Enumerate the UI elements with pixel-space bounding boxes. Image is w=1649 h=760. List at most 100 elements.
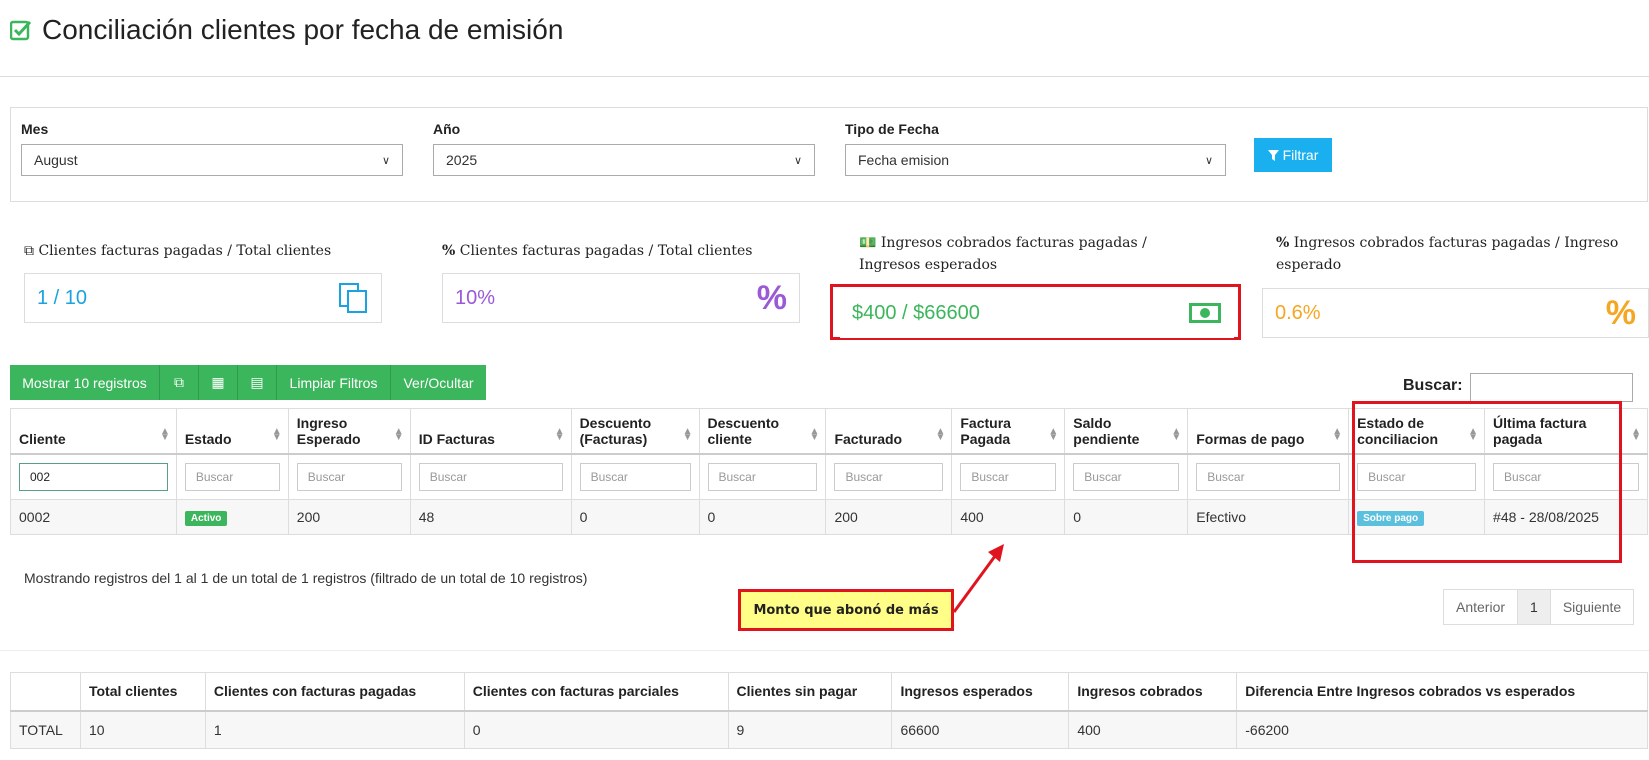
sort-icon: ▲ ▼ [935,426,946,443]
totals-header: Diferencia Entre Ingresos cobrados vs es… [1236,672,1648,712]
column-search-input[interactable]: Buscar [296,463,402,491]
column-header-label: Descuento cliente [707,415,780,447]
filtrar-button[interactable]: Filtrar [1254,138,1332,172]
totals-header: Clientes con facturas parciales [463,672,729,712]
mes-select[interactable]: August ∨ [21,144,403,176]
totals-header: Ingresos cobrados [1068,672,1238,712]
totals-table: Total clientes Clientes con facturas pag… [10,672,1648,749]
cell-ingreso-esperado: 200 [287,499,411,535]
column-header[interactable]: Cliente ▲ ▼ [10,408,177,455]
totals-header [10,672,81,712]
stat-percent-income-title-text: Ingresos cobrados facturas pagadas / Ing… [1276,235,1619,273]
sort-icon: ▲ ▼ [159,426,170,443]
column-search-input[interactable]: Buscar [1073,463,1180,491]
percent-icon: % [1276,235,1290,251]
pagination: Anterior 1 Siguiente [1443,589,1635,625]
stat-clients-value: 1 / 10 [37,286,88,309]
copy-icon: ⧉ [174,374,184,390]
percent-icon: % [1605,293,1636,332]
anio-select[interactable]: 2025 ∨ [433,144,815,176]
pagination-page[interactable]: 1 [1518,590,1551,624]
totals-cell: 0 [463,710,729,749]
sort-icon: ▲ ▼ [682,426,693,443]
status-badge: Activo [184,511,228,526]
chevron-down-icon: ∨ [793,154,802,167]
pagination-next[interactable]: Siguiente [1551,590,1633,624]
show-records-button[interactable]: Mostrar 10 registros [10,365,160,400]
column-header-label: Ingreso Esperado [296,415,361,447]
column-search-input[interactable]: Buscar [960,463,1057,491]
column-header[interactable]: ID Facturas ▲ ▼ [409,408,572,455]
pagination-prev[interactable]: Anterior [1444,590,1519,624]
column-header-label: Saldo pendiente [1073,415,1140,447]
sort-icon: ▲ ▼ [809,426,820,443]
column-search-input[interactable]: Buscar [579,463,691,491]
divider [0,650,1649,651]
column-header-label: Cliente [19,431,66,447]
filtrar-label: Filtrar [1282,147,1319,163]
csv-button[interactable]: ▤ [238,365,277,400]
cell-estado: Activo [175,499,289,535]
money-icon: 💵 [859,235,877,251]
excel-button[interactable]: ▦ [199,365,238,400]
copy-button[interactable]: ⧉ [160,365,199,400]
cell-descuento-facturas: 0 [570,499,700,535]
chevron-down-icon: ∨ [381,154,390,167]
cell-formas-pago: Efectivo [1187,499,1350,535]
column-search-input[interactable]: Buscar [418,463,563,491]
annotation-highlight-columns [1352,401,1622,563]
percent-icon: % [756,278,787,317]
column-header-label: Descuento (Facturas) [579,415,652,447]
mes-select-value: August [34,152,78,168]
stat-percent-clients-box: 10% % [442,273,800,323]
excel-icon: ▦ [211,374,225,390]
toggle-columns-button[interactable]: Ver/Ocultar [391,365,486,400]
column-header[interactable]: Estado ▲ ▼ [175,408,289,455]
totals-cell: -66200 [1236,710,1648,749]
column-header[interactable]: Factura Pagada ▲ ▼ [951,408,1066,455]
stat-income-title-text: Ingresos cobrados facturas pagadas / Ing… [859,235,1147,273]
sort-icon: ▲ ▼ [393,426,404,443]
sort-icon: ▲ ▼ [1048,426,1059,443]
column-search-input[interactable]: Buscar [707,463,818,491]
divider [0,76,1649,77]
totals-cell: 9 [727,710,893,749]
clear-filters-button[interactable]: Limpiar Filtros [277,365,391,400]
column-header-label: ID Facturas [418,431,495,447]
mes-label: Mes [21,121,49,137]
cell-saldo-pendiente: 0 [1064,499,1189,535]
cell-cliente: 0002 [10,499,177,535]
stat-percent-clients-value: 10% [455,286,496,309]
stat-clients-box: 1 / 10 [24,273,382,323]
column-header[interactable]: Facturado ▲ ▼ [825,408,953,455]
totals-header: Clientes sin pagar [727,672,893,712]
column-header[interactable]: Descuento (Facturas) ▲ ▼ [570,408,700,455]
stat-clients-title: ⧉ Clientes facturas pagadas / Total clie… [24,240,404,262]
column-search-input[interactable]: Buscar [834,463,944,491]
filter-icon [1267,149,1279,161]
stat-percent-income-title: % Ingresos cobrados facturas pagadas / I… [1276,232,1646,276]
copy-icon: ⧉ [24,243,34,259]
stat-percent-clients-title: % Clientes facturas pagadas / Total clie… [442,240,822,262]
anio-label: Año [433,121,461,137]
totals-cell: TOTAL [10,710,81,749]
column-header-label: Factura Pagada [960,415,1011,447]
column-header-label: Estado [184,431,232,447]
anio-select-value: 2025 [446,152,478,168]
stat-percent-income-value: 0.6% [1275,301,1321,324]
tipo-fecha-select[interactable]: Fecha emision ∨ [845,144,1226,176]
search-input[interactable] [1470,373,1633,402]
sort-icon: ▲ ▼ [1631,426,1641,443]
totals-header: Clientes con facturas pagadas [204,672,465,712]
column-search-input[interactable]: 002 [19,463,168,491]
sort-icon: ▲ ▼ [1171,426,1182,443]
file-icon: ▤ [250,374,264,390]
tipo-fecha-label: Tipo de Fecha [845,121,939,137]
column-header[interactable]: Descuento cliente ▲ ▼ [698,408,827,455]
column-search-input[interactable]: Buscar [184,463,280,491]
column-search-input[interactable]: Buscar [1196,463,1341,491]
cell-facturado: 200 [825,499,953,535]
column-header[interactable]: Formas de pago ▲ ▼ [1187,408,1350,455]
column-header[interactable]: Saldo pendiente ▲ ▼ [1064,408,1189,455]
column-header[interactable]: Ingreso Esperado ▲ ▼ [287,408,411,455]
